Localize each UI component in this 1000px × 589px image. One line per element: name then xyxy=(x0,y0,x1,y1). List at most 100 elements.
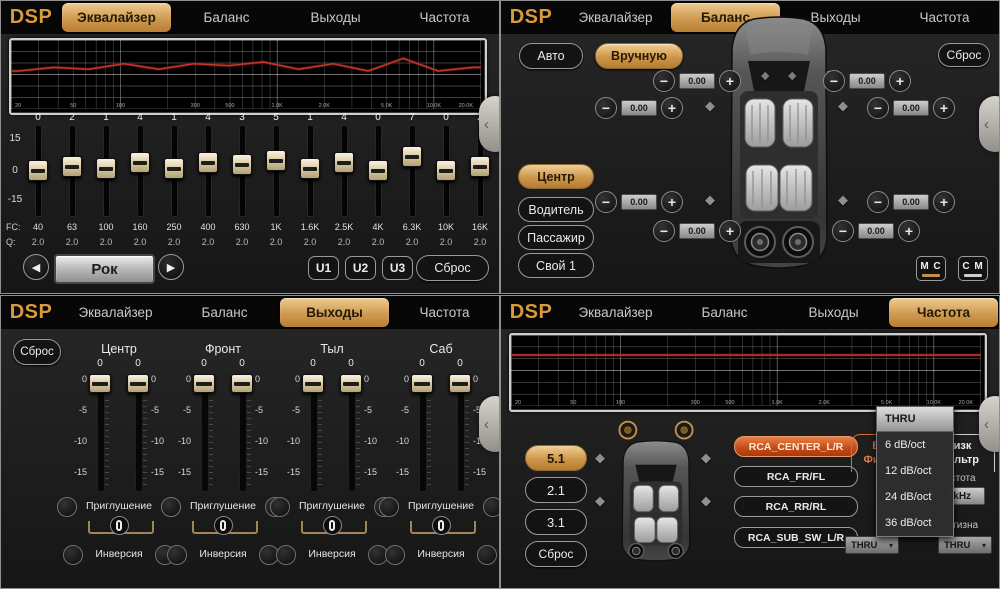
user-preset-u2-button[interactable]: U2 xyxy=(345,256,376,280)
eq-band-handle[interactable] xyxy=(300,158,320,179)
eq-band-handle[interactable] xyxy=(232,154,252,175)
rca-channel-2-button[interactable]: RCA_FR/FL xyxy=(734,466,858,487)
tab-balance[interactable]: Баланс xyxy=(670,296,779,329)
minus-button[interactable]: − xyxy=(653,220,675,242)
tab-equalizer[interactable]: Эквалайзер xyxy=(61,296,170,329)
rca-channel-3-button[interactable]: RCA_RR/RL xyxy=(734,496,858,517)
eq-band-handle[interactable] xyxy=(96,158,116,179)
rca-channel-4-button[interactable]: RCA_SUB_SW_L/R xyxy=(734,527,858,548)
frequency-reset-button[interactable]: Сброс xyxy=(525,541,587,567)
tab-frequency[interactable]: Частота xyxy=(390,1,499,34)
eq-band-handle[interactable] xyxy=(436,160,456,181)
minus-button[interactable]: − xyxy=(595,97,617,119)
user-preset-u3-button[interactable]: U3 xyxy=(382,256,413,280)
output-slider-handle[interactable] xyxy=(302,374,324,393)
eq-reset-button[interactable]: Сброс xyxy=(416,255,489,281)
plus-button[interactable]: + xyxy=(933,97,955,119)
output-slider-handle[interactable] xyxy=(340,374,362,393)
slide-out-handle[interactable]: ‹ xyxy=(479,96,500,152)
preset-next-button[interactable]: ▶ xyxy=(158,254,184,280)
eq-band-handle[interactable] xyxy=(198,152,218,173)
slope-select-left[interactable]: THRU ▾ xyxy=(845,536,899,554)
svg-text:300: 300 xyxy=(191,103,200,109)
tab-frequency[interactable]: Частота xyxy=(390,296,499,329)
tab-equalizer[interactable]: Эквалайзер xyxy=(561,296,670,329)
plus-button[interactable]: + xyxy=(661,97,683,119)
minus-button[interactable]: − xyxy=(653,70,675,92)
slide-out-handle[interactable]: ‹ xyxy=(979,96,1000,152)
output-slider-handle[interactable] xyxy=(231,374,253,393)
config-2-1-button[interactable]: 2.1 xyxy=(525,477,587,503)
output-slider-handle[interactable] xyxy=(89,374,111,393)
slope-dropdown-list: 6 dB/oct12 dB/oct24 dB/oct36 dB/oct xyxy=(876,432,954,537)
mute-right-toggle[interactable] xyxy=(483,497,500,517)
eq-band-handle[interactable] xyxy=(470,156,490,177)
mc-button[interactable]: M C xyxy=(916,256,946,281)
slope-option-3[interactable]: 24 dB/oct xyxy=(877,484,953,510)
tab-balance[interactable]: Баланс xyxy=(172,1,281,34)
plus-button[interactable]: + xyxy=(889,70,911,92)
eq-band-handle[interactable] xyxy=(62,156,82,177)
balance-preset-2-button[interactable]: Водитель xyxy=(518,197,594,222)
slope-option-1[interactable]: 6 dB/oct xyxy=(877,432,953,458)
minus-button[interactable]: − xyxy=(823,70,845,92)
link-channels-toggle[interactable] xyxy=(323,516,342,535)
eq-band-handle[interactable] xyxy=(402,146,422,167)
config-3-1-button[interactable]: 3.1 xyxy=(525,509,587,535)
output-slider-handle[interactable] xyxy=(127,374,149,393)
eq-band-track[interactable] xyxy=(409,125,416,217)
output-slider-handle[interactable] xyxy=(411,374,433,393)
link-channels-toggle[interactable] xyxy=(432,516,451,535)
plus-button[interactable]: + xyxy=(898,220,920,242)
config-5-1-button[interactable]: 5.1 xyxy=(525,445,587,471)
balance-manual-button[interactable]: Вручную xyxy=(595,43,683,69)
minus-button[interactable]: − xyxy=(595,191,617,213)
balance-preset-3-button[interactable]: Пассажир xyxy=(518,225,594,250)
outputs-reset-button[interactable]: Сброс xyxy=(13,339,61,365)
tab-outputs[interactable]: Выходы xyxy=(779,296,888,329)
cm-button[interactable]: C M xyxy=(958,256,988,281)
minus-button[interactable]: − xyxy=(867,191,889,213)
eq-band-handle[interactable] xyxy=(266,150,286,171)
eq-band-handle[interactable] xyxy=(130,152,150,173)
tab-outputs[interactable]: Выходы xyxy=(281,1,390,34)
tab-frequency[interactable]: Частота xyxy=(889,298,998,327)
invert-right-toggle[interactable] xyxy=(477,545,497,565)
output-slider-handle[interactable] xyxy=(193,374,215,393)
tab-equalizer[interactable]: Эквалайзер xyxy=(62,3,171,32)
plus-button[interactable]: + xyxy=(719,70,741,92)
balance-auto-button[interactable]: Авто xyxy=(519,43,583,69)
plus-button[interactable]: + xyxy=(661,191,683,213)
tab-equalizer[interactable]: Эквалайзер xyxy=(561,1,670,34)
plus-button[interactable]: + xyxy=(719,220,741,242)
slope-option-4[interactable]: 36 dB/oct xyxy=(877,510,953,536)
tab-frequency[interactable]: Частота xyxy=(890,1,999,34)
tab-balance[interactable]: Баланс xyxy=(170,296,279,329)
minus-button[interactable]: − xyxy=(867,97,889,119)
plus-button[interactable]: + xyxy=(933,191,955,213)
balance-preset-1-button[interactable]: Центр xyxy=(518,164,594,189)
slide-out-handle[interactable]: ‹ xyxy=(979,396,1000,452)
user-preset-u1-button[interactable]: U1 xyxy=(308,256,339,280)
balance-reset-button[interactable]: Сброс xyxy=(938,43,990,67)
eq-band-track[interactable] xyxy=(273,125,280,217)
preset-prev-button[interactable]: ◀ xyxy=(23,254,49,280)
output-slider-value: 0 xyxy=(231,358,253,369)
link-channels-toggle[interactable] xyxy=(110,516,129,535)
minus-button[interactable]: − xyxy=(832,220,854,242)
balance-preset-4-button[interactable]: Свой 1 xyxy=(518,253,594,278)
balance-value: 0.00 xyxy=(849,73,885,89)
eq-band-handle[interactable] xyxy=(28,160,48,181)
rca-channel-1-button[interactable]: RCA_CENTER_L/R xyxy=(734,436,858,457)
eq-band-value: 4 xyxy=(128,112,152,123)
slope-option-2[interactable]: 12 dB/oct xyxy=(877,458,953,484)
slope-dropdown-selected[interactable]: THRU xyxy=(876,406,954,432)
slope-select-right[interactable]: THRU ▾ xyxy=(938,536,992,554)
link-channels-toggle[interactable] xyxy=(214,516,233,535)
tab-outputs[interactable]: Выходы xyxy=(280,298,389,327)
eq-band-handle[interactable] xyxy=(368,160,388,181)
eq-band-handle[interactable] xyxy=(164,158,184,179)
slide-out-handle[interactable]: ‹ xyxy=(479,396,500,452)
output-slider-handle[interactable] xyxy=(449,374,471,393)
eq-band-handle[interactable] xyxy=(334,152,354,173)
